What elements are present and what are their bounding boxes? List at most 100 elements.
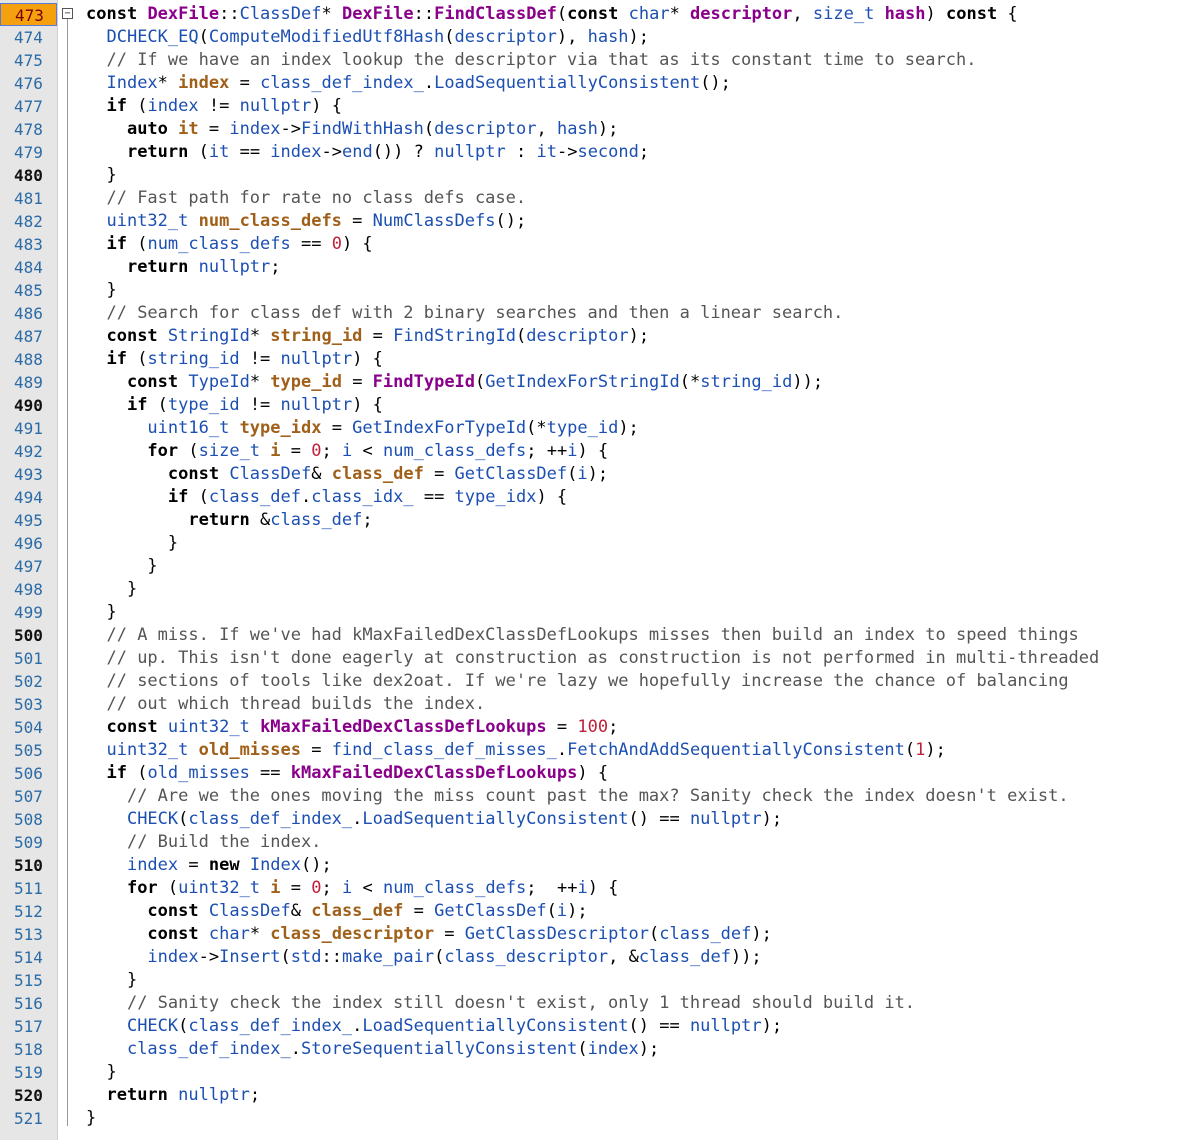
code-line[interactable]: 485 } xyxy=(0,279,1177,302)
line-number: 517 xyxy=(14,1017,43,1036)
code-text: const DexFile::ClassDef* DexFile::FindCl… xyxy=(86,4,1018,24)
code-line[interactable]: 486 // Search for class def with 2 binar… xyxy=(0,302,1177,325)
line-number: 481 xyxy=(14,189,43,208)
code-line[interactable]: 514 index->Insert(std::make_pair(class_d… xyxy=(0,946,1177,969)
line-number: 475 xyxy=(14,51,43,70)
code-line[interactable]: 492 for (size_t i = 0; i < num_class_def… xyxy=(0,440,1177,463)
code-line[interactable]: 521} xyxy=(0,1107,1177,1130)
code-line[interactable]: 504 const uint32_t kMaxFailedDexClassDef… xyxy=(0,716,1177,739)
code-line[interactable]: 506 if (old_misses == kMaxFailedDexClass… xyxy=(0,762,1177,785)
code-text: } xyxy=(86,1062,117,1082)
code-text: uint16_t type_idx = GetIndexForTypeId(*t… xyxy=(147,418,639,438)
code-line[interactable]: 475 // If we have an index lookup the de… xyxy=(0,49,1177,72)
code-line[interactable]: 500 // A miss. If we've had kMaxFailedDe… xyxy=(0,624,1177,647)
line-number: 503 xyxy=(14,695,43,714)
code-line[interactable]: 503 // out which thread builds the index… xyxy=(0,693,1177,716)
code-line[interactable]: 502 // sections of tools like dex2oat. I… xyxy=(0,670,1177,693)
code-line[interactable]: 484 return nullptr; xyxy=(0,256,1177,279)
code-line[interactable]: 517 CHECK(class_def_index_.LoadSequentia… xyxy=(0,1015,1177,1038)
code-line[interactable]: 497 } xyxy=(0,555,1177,578)
line-number: 509 xyxy=(14,833,43,852)
fold-toggle-icon[interactable]: − xyxy=(62,8,73,19)
code-text: class_def_index_.StoreSequentiallyConsis… xyxy=(126,1039,660,1059)
code-line[interactable]: 499 } xyxy=(0,601,1177,624)
line-number: 506 xyxy=(14,764,43,783)
code-text: // sections of tools like dex2oat. If we… xyxy=(106,671,1069,691)
code-text: // If we have an index lookup the descri… xyxy=(106,50,977,70)
code-text: } xyxy=(86,165,117,185)
line-number: 521 xyxy=(14,1109,43,1128)
code-line[interactable]: 494 if (class_def.class_idx_ == type_idx… xyxy=(0,486,1177,509)
line-number: 510 xyxy=(14,856,43,875)
line-number: 511 xyxy=(14,879,43,898)
code-line[interactable]: 478 auto it = index->FindWithHash(descri… xyxy=(0,118,1177,141)
code-line[interactable]: 511 for (uint32_t i = 0; i < num_class_d… xyxy=(0,877,1177,900)
line-number: 497 xyxy=(14,557,43,576)
code-line[interactable]: 476 Index* index = class_def_index_.Load… xyxy=(0,72,1177,95)
code-line[interactable]: 520 return nullptr; xyxy=(0,1084,1177,1107)
code-line[interactable]: 488 if (string_id != nullptr) { xyxy=(0,348,1177,371)
code-line[interactable]: 510 index = new Index(); xyxy=(0,854,1177,877)
code-line[interactable]: 501 // up. This isn't done eagerly at co… xyxy=(0,647,1177,670)
code-line[interactable]: 474 DCHECK_EQ(ComputeModifiedUtf8Hash(de… xyxy=(0,26,1177,49)
line-number: 514 xyxy=(14,948,43,967)
code-line[interactable]: 515 } xyxy=(0,969,1177,992)
code-text: const ClassDef& class_def = GetClassDef(… xyxy=(147,901,588,921)
code-editor[interactable]: 473− const DexFile::ClassDef* DexFile::Fi… xyxy=(0,0,1177,1140)
code-text: uint32_t old_misses = find_class_def_mis… xyxy=(106,740,946,760)
code-line[interactable]: 479 return (it == index->end()) ? nullpt… xyxy=(0,141,1177,164)
line-number: 476 xyxy=(14,74,43,93)
code-text: for (size_t i = 0; i < num_class_defs; +… xyxy=(147,441,609,461)
code-line[interactable]: 489 const TypeId* type_id = FindTypeId(G… xyxy=(0,371,1177,394)
code-line[interactable]: 498 } xyxy=(0,578,1177,601)
code-text: return &class_def; xyxy=(188,510,373,530)
code-line[interactable]: 512 const ClassDef& class_def = GetClass… xyxy=(0,900,1177,923)
code-line[interactable]: 487 const StringId* string_id = FindStri… xyxy=(0,325,1177,348)
line-number: 519 xyxy=(14,1063,43,1082)
code-line[interactable]: 477 if (index != nullptr) { xyxy=(0,95,1177,118)
line-number: 507 xyxy=(14,787,43,806)
code-text: uint32_t num_class_defs = NumClassDefs()… xyxy=(106,211,527,231)
code-line[interactable]: 496 } xyxy=(0,532,1177,555)
code-line[interactable]: 483 if (num_class_defs == 0) { xyxy=(0,233,1177,256)
code-text: if (type_id != nullptr) { xyxy=(126,395,383,415)
line-number: 491 xyxy=(14,419,43,438)
line-number: 520 xyxy=(14,1086,43,1105)
code-line[interactable]: 519 } xyxy=(0,1061,1177,1084)
line-number: 473 xyxy=(0,3,57,26)
code-line[interactable]: 507 // Are we the ones moving the miss c… xyxy=(0,785,1177,808)
code-line[interactable]: 490 if (type_id != nullptr) { xyxy=(0,394,1177,417)
code-line[interactable]: 473− const DexFile::ClassDef* DexFile::Fi… xyxy=(0,3,1177,26)
code-line[interactable]: 508 CHECK(class_def_index_.LoadSequentia… xyxy=(0,808,1177,831)
code-line[interactable]: 516 // Sanity check the index still does… xyxy=(0,992,1177,1015)
line-number: 512 xyxy=(14,902,43,921)
code-text: // Are we the ones moving the miss count… xyxy=(126,786,1069,806)
code-text: if (index != nullptr) { xyxy=(106,96,342,116)
code-text: return (it == index->end()) ? nullptr : … xyxy=(126,142,650,162)
code-line[interactable]: 513 const char* class_descriptor = GetCl… xyxy=(0,923,1177,946)
code-line[interactable]: 518 class_def_index_.StoreSequentiallyCo… xyxy=(0,1038,1177,1061)
code-text: if (string_id != nullptr) { xyxy=(106,349,383,369)
line-number: 482 xyxy=(14,212,43,231)
code-line[interactable]: 482 uint32_t num_class_defs = NumClassDe… xyxy=(0,210,1177,233)
code-text: } xyxy=(86,533,179,553)
line-number: 490 xyxy=(14,396,43,415)
code-text: } xyxy=(86,556,158,576)
code-line[interactable]: 491 uint16_t type_idx = GetIndexForTypeI… xyxy=(0,417,1177,440)
line-number: 496 xyxy=(14,534,43,553)
code-line[interactable]: 495 return &class_def; xyxy=(0,509,1177,532)
code-text: // Sanity check the index still doesn't … xyxy=(126,993,916,1013)
line-number: 501 xyxy=(14,649,43,668)
code-line[interactable]: 480 } xyxy=(0,164,1177,187)
code-line[interactable]: 509 // Build the index. xyxy=(0,831,1177,854)
line-number: 487 xyxy=(14,327,43,346)
code-line[interactable]: 493 const ClassDef& class_def = GetClass… xyxy=(0,463,1177,486)
code-text: if (num_class_defs == 0) { xyxy=(106,234,373,254)
code-text: CHECK(class_def_index_.LoadSequentiallyC… xyxy=(126,1016,783,1036)
code-line[interactable]: 481 // Fast path for rate no class defs … xyxy=(0,187,1177,210)
line-number: 485 xyxy=(14,281,43,300)
line-number: 505 xyxy=(14,741,43,760)
code-text: index = new Index(); xyxy=(126,855,332,875)
code-line[interactable]: 505 uint32_t old_misses = find_class_def… xyxy=(0,739,1177,762)
code-text: // A miss. If we've had kMaxFailedDexCla… xyxy=(106,625,1079,645)
